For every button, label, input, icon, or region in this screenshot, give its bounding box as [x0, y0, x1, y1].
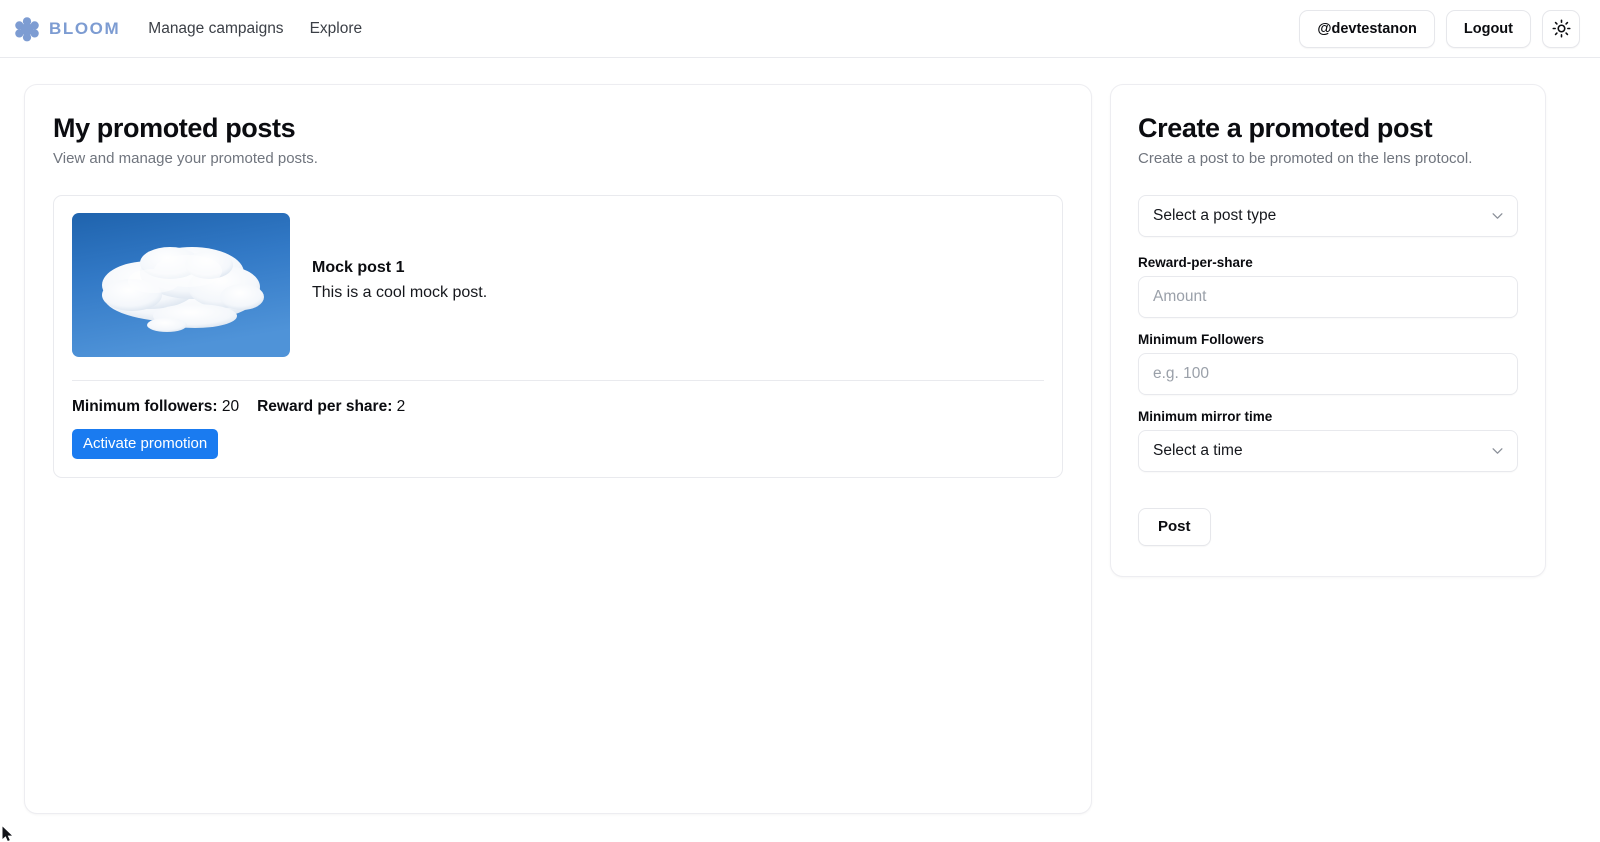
post-text-block: Mock post 1 This is a cool mock post. [312, 213, 487, 302]
activate-promotion-button[interactable]: Activate promotion [72, 428, 219, 459]
nav-link-explore[interactable]: Explore [310, 21, 363, 37]
reward-per-share-label: Reward per share: [257, 397, 393, 415]
reward-per-share-field: Reward-per-share [1138, 255, 1518, 318]
post-metadata: Minimum followers: 20 Reward per share: … [72, 398, 1044, 416]
minimum-mirror-time-select[interactable]: Select a time [1138, 429, 1518, 472]
minimum-mirror-time-label: Minimum mirror time [1138, 408, 1273, 424]
post-title: Mock post 1 [312, 258, 405, 276]
brand-logo[interactable]: BLOOM [14, 16, 120, 42]
post-type-select-wrap: Select a post type [1138, 194, 1518, 237]
post-thumbnail-image [72, 212, 290, 357]
create-promoted-post-panel: Create a promoted post Create a post to … [1110, 84, 1546, 577]
account-actions: @devtestanon Logout [1299, 9, 1580, 48]
theme-toggle-button[interactable] [1542, 9, 1580, 48]
minimum-mirror-time-field: Minimum mirror time Select a time [1138, 409, 1518, 472]
promoted-post-card[interactable]: Mock post 1 This is a cool mock post. Mi… [53, 194, 1063, 478]
minimum-followers-field: Minimum Followers [1138, 332, 1518, 395]
min-followers-meta: Minimum followers: 20 [72, 398, 239, 416]
reward-per-share-meta: Reward per share: 2 [257, 398, 405, 416]
reward-per-share-value: 2 [396, 397, 406, 415]
reward-per-share-input[interactable] [1138, 275, 1518, 318]
reward-per-share-input-label: Reward-per-share [1138, 254, 1253, 270]
min-followers-value: 20 [221, 397, 240, 415]
create-post-subtitle: Create a post to be promoted on the lens… [1138, 150, 1473, 168]
minimum-followers-input[interactable] [1138, 352, 1518, 395]
submit-post-button[interactable]: Post [1138, 507, 1211, 546]
nav-link-manage-campaigns[interactable]: Manage campaigns [148, 21, 283, 37]
promoted-posts-title: My promoted posts [53, 113, 296, 143]
my-promoted-posts-panel: My promoted posts View and manage your p… [24, 84, 1092, 814]
promoted-posts-subtitle: View and manage your promoted posts. [53, 150, 318, 168]
mouse-cursor [2, 826, 12, 841]
minimum-followers-input-label: Minimum Followers [1138, 331, 1265, 347]
brand-name: BLOOM [49, 18, 121, 38]
post-type-field: Select a post type [1138, 194, 1518, 237]
post-card-divider [72, 379, 1044, 381]
post-card-main: Mock post 1 This is a cool mock post. [72, 212, 1044, 357]
sun-icon [1551, 19, 1571, 38]
flower-puzzle-icon [15, 16, 39, 41]
page-body: My promoted posts View and manage your p… [0, 58, 1600, 842]
post-body: This is a cool mock post. [312, 283, 488, 301]
account-handle-button[interactable]: @devtestanon [1299, 9, 1435, 48]
top-navigation-bar: BLOOM Manage campaigns Explore @devtesta… [0, 0, 1600, 58]
minimum-mirror-time-selected-value: Select a time [1153, 441, 1243, 459]
logout-button[interactable]: Logout [1445, 9, 1531, 48]
minimum-mirror-time-select-wrap: Select a time [1138, 429, 1518, 472]
post-type-selected-value: Select a post type [1153, 206, 1277, 224]
primary-nav: Manage campaigns Explore [148, 21, 362, 37]
post-type-select[interactable]: Select a post type [1138, 194, 1518, 237]
create-post-title: Create a promoted post [1138, 113, 1433, 143]
min-followers-label: Minimum followers: [72, 397, 218, 415]
